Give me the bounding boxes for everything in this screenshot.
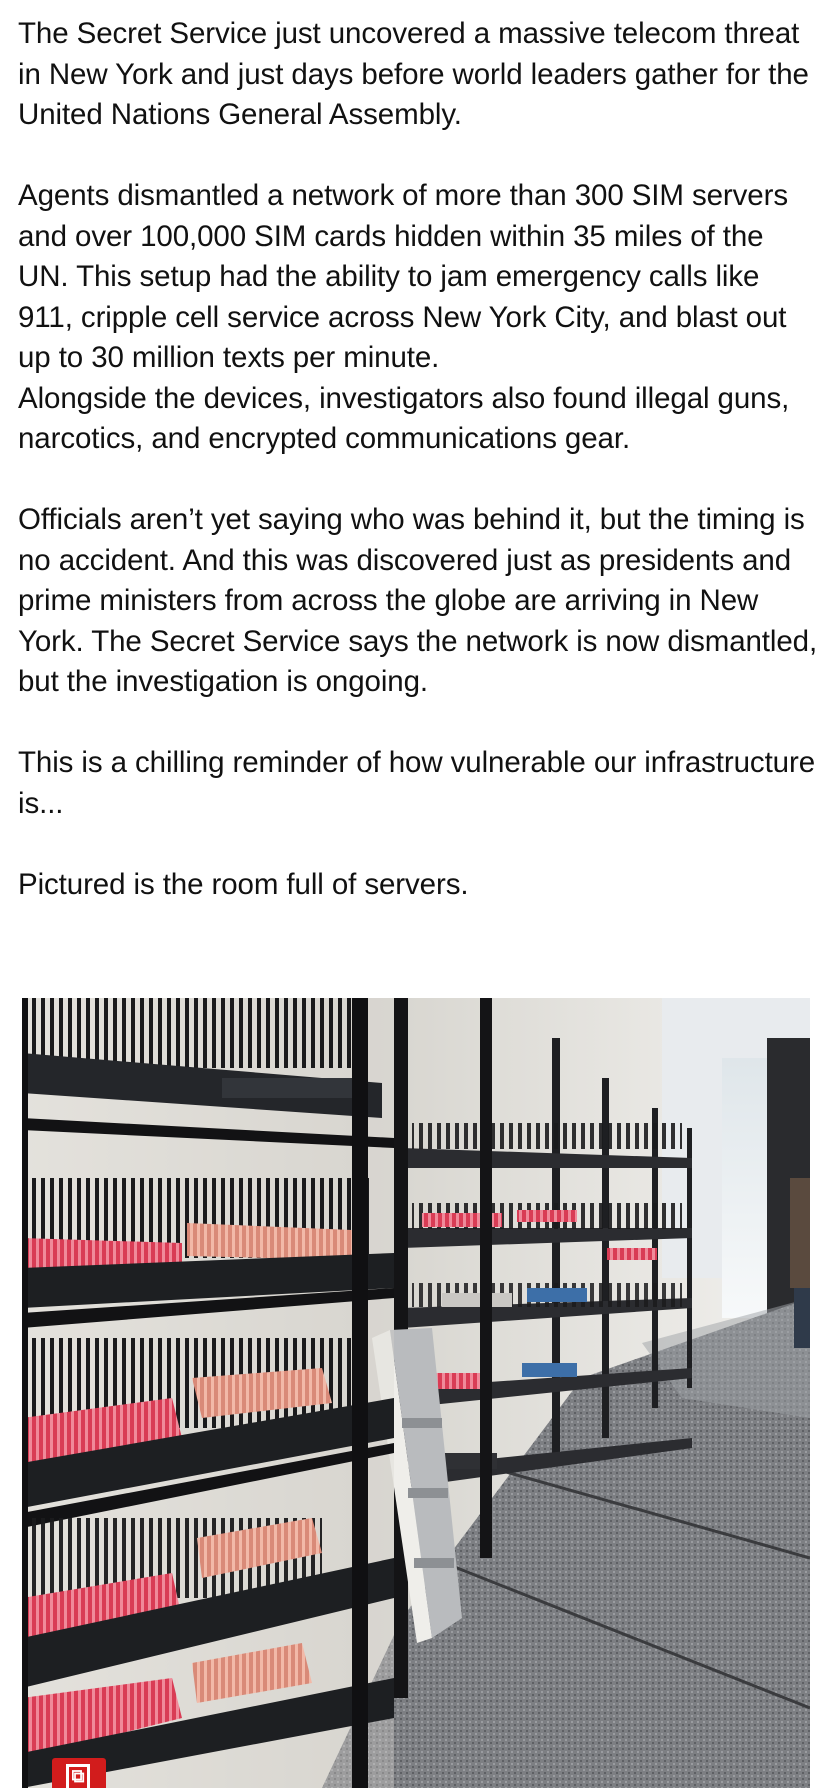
server-room-photo — [22, 998, 810, 1788]
post-paragraph-intro: The Secret Service just uncovered a mass… — [18, 17, 809, 131]
post-body: The Secret Service just uncovered a mass… — [18, 14, 818, 905]
rack-front-left — [22, 998, 394, 1788]
post-paragraph-officials: Officials aren’t yet saying who was behi… — [18, 503, 818, 698]
post-photo[interactable]: ⧉ — [22, 998, 810, 1788]
post-paragraph-caption: Pictured is the room full of servers. — [18, 867, 469, 901]
post-paragraph-findings: Alongside the devices, investigators als… — [18, 381, 790, 456]
post-paragraph-reminder: This is a chilling reminder of how vulne… — [18, 746, 816, 820]
gallery-badge[interactable]: ⧉ — [52, 1758, 106, 1788]
post-paragraph-network: Agents dismantled a network of more than… — [18, 179, 788, 374]
gallery-count-icon: ⧉ — [66, 1764, 90, 1788]
